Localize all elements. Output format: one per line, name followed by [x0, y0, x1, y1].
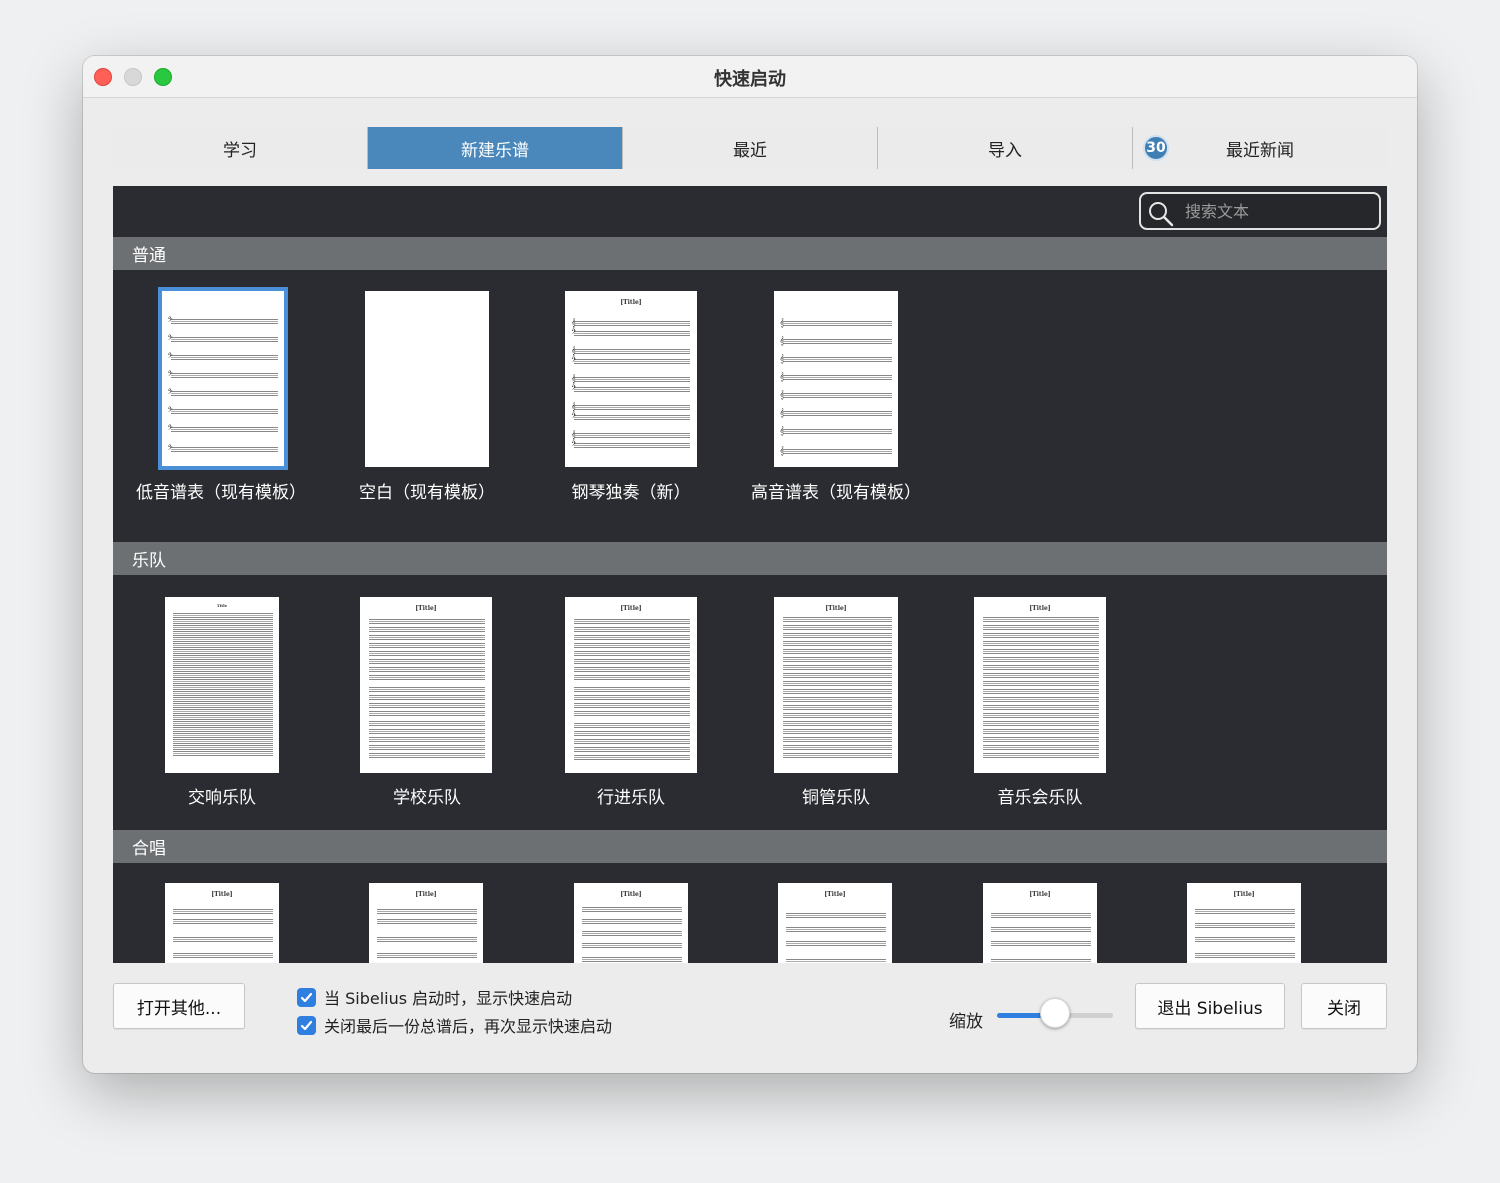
template-browser: 普通 𝄢 𝄢 𝄢 𝄢 𝄢 𝄢 𝄢 𝄢 低音谱表（现有模板） 空白（现有模板） […: [113, 186, 1387, 963]
footer-bar: 打开其他... 当 Sibelius 启动时，显示快速启动 关闭最后一份总谱后，…: [83, 963, 1417, 1073]
template-thumbnail[interactable]: [Title]: [774, 597, 898, 773]
template-label: 行进乐队: [597, 788, 665, 808]
tab-latest-news-label: 最近新闻: [1226, 140, 1294, 161]
open-other-button[interactable]: 打开其他...: [113, 983, 245, 1029]
template-thumbnail[interactable]: [365, 291, 489, 467]
tab-new-score[interactable]: 新建乐谱: [368, 127, 623, 169]
template-label: 铜管乐队: [802, 788, 870, 808]
template-thumbnail-choir-6[interactable]: [Title]: [1187, 883, 1301, 963]
show-on-startup-label: 当 Sibelius 启动时，显示快速启动: [324, 989, 573, 1008]
template-label: 学校乐队: [393, 788, 461, 808]
template-thumbnail-choir-4[interactable]: [Title]: [778, 883, 892, 963]
checkmark-icon[interactable]: [297, 987, 316, 1007]
window-title: 快速启动: [714, 69, 786, 90]
template-thumbnail-choir-2[interactable]: [Title]: [369, 883, 483, 963]
tab-latest-news[interactable]: 30 最近新闻: [1133, 127, 1387, 169]
show-after-close-checkbox[interactable]: 关闭最后一份总谱后，再次显示快速启动: [297, 1013, 612, 1037]
section-header-bands: 乐队: [113, 542, 1387, 575]
template-thumbnail[interactable]: Title: [165, 597, 279, 773]
template-thumbnail[interactable]: [Title]: [360, 597, 492, 773]
zoom-slider-knob[interactable]: [1040, 998, 1070, 1028]
section-header-choir: 合唱: [113, 830, 1387, 863]
template-label: 低音谱表（现有模板）: [136, 483, 306, 503]
template-label: 交响乐队: [188, 788, 256, 808]
template-thumbnail[interactable]: [Title]: [974, 597, 1106, 773]
section-header-general: 普通: [113, 237, 1387, 270]
template-thumbnail[interactable]: 𝄢 𝄢 𝄢 𝄢 𝄢 𝄢 𝄢 𝄢: [158, 287, 288, 470]
tab-recent[interactable]: 最近: [623, 127, 878, 169]
template-thumbnail-choir-5[interactable]: [Title]: [983, 883, 1097, 963]
template-thumbnail[interactable]: 𝄞 𝄞 𝄞 𝄞 𝄞 𝄞 𝄞 𝄞: [774, 291, 898, 467]
tab-import[interactable]: 导入: [878, 127, 1133, 169]
template-thumbnail-choir-3[interactable]: [Title]: [574, 883, 688, 963]
title-bar: 快速启动: [83, 56, 1417, 98]
search-box[interactable]: [1139, 192, 1381, 230]
template-label: 高音谱表（现有模板）: [751, 483, 921, 503]
tab-learn[interactable]: 学习: [113, 127, 368, 169]
template-label: 钢琴独奏（新）: [571, 483, 691, 503]
template-label: 音乐会乐队: [997, 788, 1083, 808]
quick-start-window: 快速启动 学习 新建乐谱 最近 导入 30 最近新闻 普通 𝄢 𝄢 𝄢 𝄢: [83, 56, 1417, 1073]
quit-sibelius-button[interactable]: 退出 Sibelius: [1135, 983, 1285, 1029]
close-button[interactable]: 关闭: [1301, 983, 1387, 1029]
search-icon: [1149, 202, 1174, 227]
show-on-startup-checkbox[interactable]: 当 Sibelius 启动时，显示快速启动: [297, 985, 572, 1009]
search-input[interactable]: [1185, 200, 1365, 222]
template-thumbnail-choir-1[interactable]: [Title]: [165, 883, 279, 963]
show-after-close-label: 关闭最后一份总谱后，再次显示快速启动: [324, 1017, 613, 1036]
template-label: 空白（现有模板）: [359, 483, 495, 503]
news-count-badge: 30: [1143, 135, 1169, 161]
tab-bar: 学习 新建乐谱 最近 导入 30 最近新闻: [113, 127, 1387, 169]
zoom-label: 缩放: [949, 1012, 983, 1032]
checkmark-icon[interactable]: [297, 1015, 316, 1035]
template-thumbnail[interactable]: [Title] 𝄞 𝄢 𝄞 𝄢 𝄞 𝄢 𝄞 𝄢 𝄞 𝄢: [565, 291, 697, 467]
template-thumbnail[interactable]: [Title]: [565, 597, 697, 773]
